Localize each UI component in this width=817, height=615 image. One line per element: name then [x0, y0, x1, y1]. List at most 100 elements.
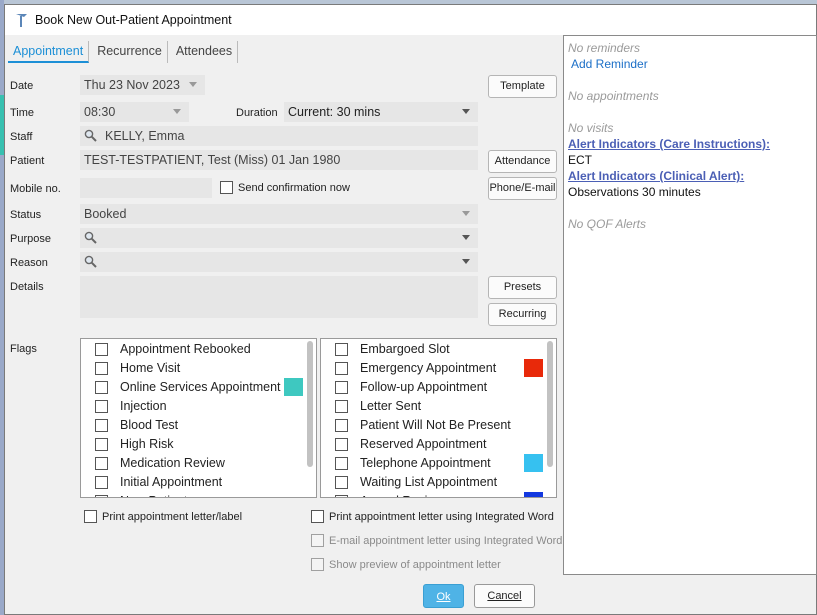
flag-color-swatch: [284, 378, 303, 396]
email-word-option: E-mail appointment letter using Integrat…: [311, 534, 562, 547]
flag-row[interactable]: Patient Will Not Be Present: [321, 416, 556, 435]
ok-button[interactable]: Ok: [423, 584, 464, 608]
chevron-down-icon: [189, 82, 197, 87]
phone-email-button[interactable]: Phone/E-mail: [488, 177, 557, 200]
flag-label: Medication Review: [120, 456, 225, 470]
flag-checkbox[interactable]: [335, 362, 348, 375]
tab-appointment[interactable]: Appointment: [8, 41, 90, 63]
flag-checkbox[interactable]: [335, 400, 348, 413]
flag-row[interactable]: Waiting List Appointment: [321, 473, 556, 492]
flag-checkbox[interactable]: [95, 438, 108, 451]
flag-label: New Patient: [120, 494, 187, 497]
flag-checkbox[interactable]: [335, 381, 348, 394]
flag-checkbox[interactable]: [95, 400, 108, 413]
add-reminder-link[interactable]: Add Reminder: [571, 57, 648, 71]
scrollbar[interactable]: [307, 341, 313, 467]
flag-row[interactable]: Appointment Rebooked: [81, 340, 316, 359]
print-word-checkbox[interactable]: [311, 510, 324, 523]
mobile-label: Mobile no.: [10, 183, 61, 195]
flag-checkbox[interactable]: [335, 419, 348, 432]
search-icon[interactable]: [84, 255, 97, 268]
presets-button[interactable]: Presets: [488, 276, 557, 299]
flag-label: Waiting List Appointment: [360, 475, 498, 489]
show-preview-option: Show preview of appointment letter: [311, 558, 501, 571]
flag-label: Online Services Appointment: [120, 380, 281, 394]
flag-row[interactable]: Emergency Appointment: [321, 359, 556, 378]
flag-label: High Risk: [120, 437, 174, 451]
purpose-select[interactable]: [80, 228, 478, 248]
alert-clinical-link[interactable]: Alert Indicators (Clinical Alert):: [568, 169, 744, 183]
flag-row[interactable]: Online Services Appointment: [81, 378, 316, 397]
flag-row[interactable]: Injection: [81, 397, 316, 416]
search-icon[interactable]: [84, 231, 97, 244]
flag-checkbox[interactable]: [95, 381, 108, 394]
flag-checkbox[interactable]: [95, 495, 108, 497]
dialog-button-bar: Ok Cancel: [5, 580, 816, 614]
email-word-label: E-mail appointment letter using Integrat…: [329, 534, 563, 547]
alert-care-instructions-link[interactable]: Alert Indicators (Care Instructions):: [568, 137, 770, 151]
flag-label: Injection: [120, 399, 167, 413]
print-letter-checkbox[interactable]: [84, 510, 97, 523]
flag-label: Telephone Appointment: [360, 456, 491, 470]
flag-row[interactable]: Home Visit: [81, 359, 316, 378]
flag-checkbox[interactable]: [95, 343, 108, 356]
flag-row[interactable]: Initial Appointment: [81, 473, 316, 492]
duration-select[interactable]: Current: 30 mins: [284, 102, 478, 122]
flag-checkbox[interactable]: [335, 457, 348, 470]
send-confirmation-checkbox[interactable]: [220, 181, 233, 194]
no-qof-alerts-text: No QOF Alerts: [568, 217, 647, 231]
flag-checkbox[interactable]: [335, 476, 348, 489]
chevron-down-icon: [173, 109, 181, 114]
flag-row[interactable]: Reserved Appointment: [321, 435, 556, 454]
flag-checkbox[interactable]: [335, 438, 348, 451]
show-preview-checkbox: [311, 558, 324, 571]
flag-checkbox[interactable]: [95, 419, 108, 432]
flag-row[interactable]: Blood Test: [81, 416, 316, 435]
flag-row[interactable]: Medication Review: [81, 454, 316, 473]
flag-row[interactable]: Letter Sent: [321, 397, 556, 416]
flag-checkbox[interactable]: [335, 495, 348, 497]
send-confirmation-label: Send confirmation now: [238, 181, 350, 194]
flag-row[interactable]: New Patient: [81, 492, 316, 497]
attendance-button[interactable]: Attendance: [488, 150, 557, 173]
flag-checkbox[interactable]: [95, 457, 108, 470]
scrollbar[interactable]: [547, 341, 553, 467]
flag-row[interactable]: High Risk: [81, 435, 316, 454]
cancel-button[interactable]: Cancel: [474, 584, 535, 608]
recurring-button[interactable]: Recurring: [488, 303, 557, 326]
status-select[interactable]: Booked: [80, 204, 478, 224]
title-bar: Book New Out-Patient Appointment: [5, 5, 816, 35]
flag-label: Embargoed Slot: [360, 342, 450, 356]
flag-label: Home Visit: [120, 361, 181, 375]
date-picker[interactable]: Thu 23 Nov 2023: [80, 75, 205, 95]
flag-label: Follow-up Appointment: [360, 380, 488, 394]
tab-bar: Appointment Recurrence Attendees: [8, 39, 241, 63]
flag-checkbox[interactable]: [95, 362, 108, 375]
time-select[interactable]: 08:30: [80, 102, 189, 122]
time-label: Time: [10, 107, 35, 119]
flag-checkbox[interactable]: [335, 343, 348, 356]
details-input[interactable]: [80, 276, 478, 318]
flag-checkbox[interactable]: [95, 476, 108, 489]
send-confirmation-option[interactable]: Send confirmation now: [220, 181, 350, 194]
reason-select[interactable]: [80, 252, 478, 272]
search-icon[interactable]: [84, 129, 97, 142]
print-letter-option[interactable]: Print appointment letter/label: [84, 510, 242, 523]
flag-row[interactable]: Follow-up Appointment: [321, 378, 556, 397]
flag-row[interactable]: Embargoed Slot: [321, 340, 556, 359]
flag-row[interactable]: Telephone Appointment: [321, 454, 556, 473]
appointment-dialog: Book New Out-Patient Appointment Appoint…: [4, 4, 817, 615]
template-button[interactable]: Template: [488, 75, 557, 98]
flag-color-swatch: [524, 454, 543, 472]
print-word-option[interactable]: Print appointment letter using Integrate…: [311, 510, 554, 523]
mobile-input[interactable]: [80, 178, 212, 198]
duration-label: Duration: [236, 107, 278, 119]
flag-label: Letter Sent: [360, 399, 422, 413]
date-label: Date: [10, 80, 34, 92]
tab-attendees[interactable]: Attendees: [171, 41, 239, 63]
patient-value: TEST-TESTPATIENT, Test (Miss) 01 Jan 198…: [84, 153, 341, 167]
tab-recurrence[interactable]: Recurrence: [92, 41, 168, 63]
flag-color-swatch: [524, 359, 543, 377]
staff-field[interactable]: KELLY, Emma: [80, 126, 478, 146]
flag-row[interactable]: Annual Review: [321, 492, 556, 497]
